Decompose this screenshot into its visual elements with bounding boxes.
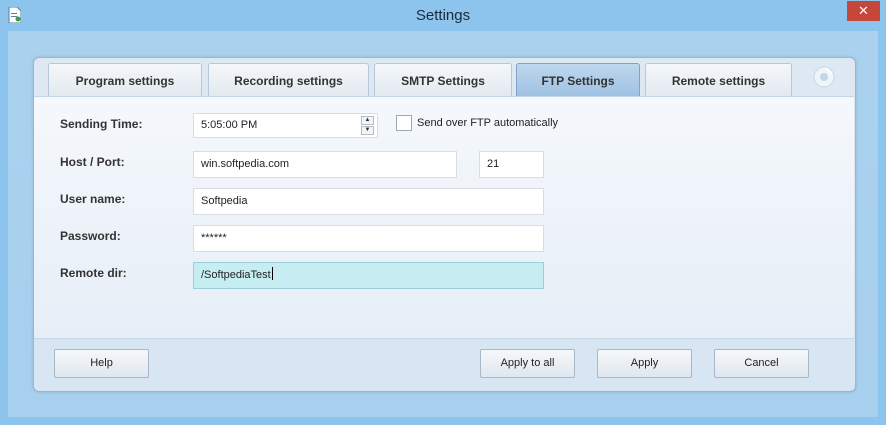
text-caret [271, 267, 273, 280]
send-auto-label: Send over FTP automatically [417, 117, 559, 129]
port-input[interactable]: 21 [479, 151, 544, 178]
sending-time-value: 5:05:00 PM [201, 119, 258, 131]
close-button[interactable]: ✕ [847, 1, 880, 21]
remote-dir-input[interactable]: /SoftpediaTest [193, 262, 544, 289]
tab-remote-settings[interactable]: Remote settings [645, 63, 792, 96]
spin-down-button[interactable]: ▼ [361, 126, 374, 135]
password-input[interactable]: ****** [193, 225, 544, 252]
tab-recording-settings[interactable]: Recording settings [208, 63, 369, 96]
host-input[interactable]: win.softpedia.com [193, 151, 457, 178]
remote-dir-value: /SoftpediaTest [201, 269, 271, 281]
tab-smtp-settings[interactable]: SMTP Settings [374, 63, 512, 96]
tab-program-settings[interactable]: Program settings [48, 63, 202, 96]
help-button[interactable]: Help [54, 349, 149, 378]
spin-up-button[interactable]: ▲ [361, 116, 374, 125]
sending-time-input[interactable]: 5:05:00 PM ▲ ▼ [193, 113, 378, 138]
remote-dir-label: Remote dir: [60, 266, 127, 280]
cancel-button[interactable]: Cancel [714, 349, 809, 378]
username-input[interactable]: Softpedia [193, 188, 544, 215]
sending-time-label: Sending Time: [60, 117, 143, 131]
apply-button[interactable]: Apply [597, 349, 692, 378]
time-spinner: ▲ ▼ [361, 116, 374, 137]
window-title: Settings [415, 7, 471, 24]
host-port-label: Host / Port: [60, 155, 125, 169]
app-logo-icon [813, 66, 835, 88]
username-label: User name: [60, 192, 126, 206]
ftp-settings-content [34, 96, 854, 339]
apply-to-all-button[interactable]: Apply to all [480, 349, 575, 378]
send-auto-checkbox[interactable] [396, 115, 412, 131]
tab-ftp-settings[interactable]: FTP Settings [516, 63, 640, 96]
title-bar: Settings ✕ [0, 0, 886, 31]
password-label: Password: [60, 229, 121, 243]
close-icon: ✕ [858, 3, 869, 18]
